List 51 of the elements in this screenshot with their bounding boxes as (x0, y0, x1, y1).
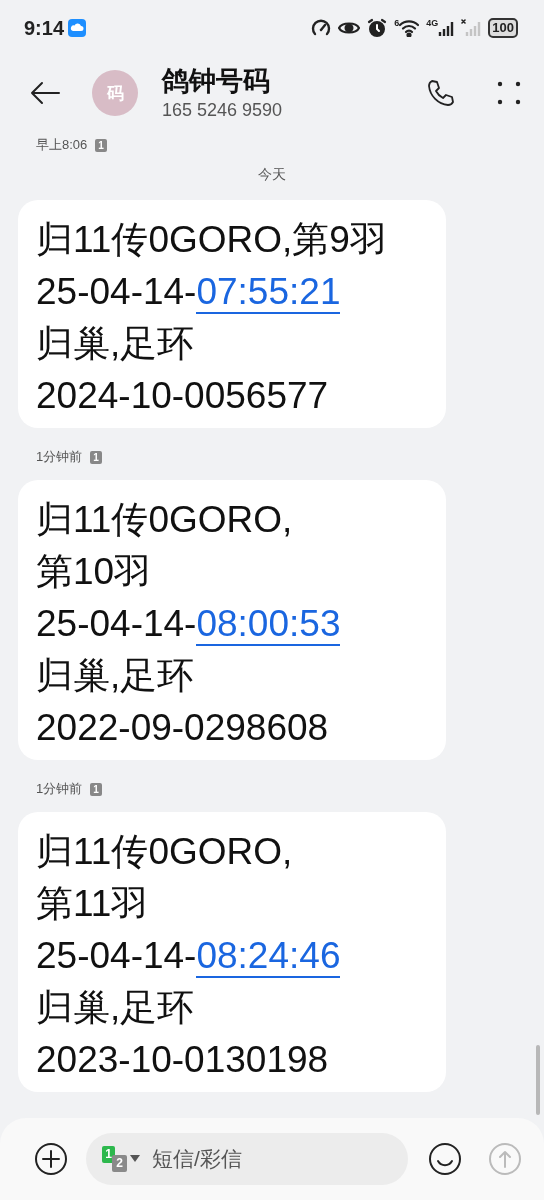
alarm-icon (367, 18, 388, 38)
sim-badge: 1 (95, 138, 107, 152)
contact-name: 鸽钟号码 (162, 65, 271, 98)
message-text: 2024-10-0056577 (36, 374, 330, 418)
time-link[interactable]: 08:24:46 (196, 935, 341, 978)
sim-badge: 1 (90, 450, 102, 464)
arrow-up-icon (488, 1142, 522, 1176)
speedometer-icon (311, 18, 332, 38)
cloud-icon (68, 19, 87, 37)
scrollbar (536, 1045, 540, 1115)
sim-badge: 1 (90, 782, 102, 796)
message-time: 1分钟前 (36, 448, 83, 466)
message-text: 第11羽 (36, 882, 150, 926)
phone-number: 165 5246 9590 (162, 99, 284, 122)
signal-icon (438, 19, 455, 37)
time-link[interactable]: 07:55:21 (196, 271, 341, 314)
dropdown-caret-icon (130, 1155, 140, 1162)
message-text: 归11传0GORO, (36, 830, 294, 874)
time-link[interactable]: 08:00:53 (196, 603, 341, 646)
message-bubble[interactable]: 归11传0GORO,第9羽 25-04-14-07:55:21 归巢,足环 2024-10-0056577 (18, 200, 446, 428)
message-bubble[interactable]: 归11传0GORO, 第10羽 25-04-14-08:00:53 归巢,足环 2022-09-0298608 (18, 480, 446, 760)
clock-time: 9:14 (24, 16, 65, 40)
message-text: 第10羽 (36, 550, 153, 594)
message-text: 归巢,足环 (36, 322, 196, 366)
network-label: 4G (426, 19, 439, 28)
battery-indicator: 100 (488, 18, 518, 38)
message-input-field[interactable]: 1 2 短信/彩信 (86, 1133, 408, 1185)
message-text: 25-04-14- (36, 603, 197, 644)
message-text: 归11传0GORO, (36, 498, 294, 542)
phone-icon (426, 78, 456, 108)
message-text: 25-04-14- (36, 271, 197, 312)
message-text: 归巢,足环 (36, 654, 196, 698)
signal-off-icon (461, 19, 482, 37)
message-time: 早上8:06 (36, 136, 88, 154)
eye-icon (338, 19, 361, 37)
contact-avatar: 码 (92, 70, 138, 116)
message-text: 2022-09-0298608 (36, 706, 330, 750)
plus-circle-icon (34, 1142, 68, 1176)
back-arrow-icon (30, 81, 60, 105)
message-bubble[interactable]: 归11传0GORO, 第11羽 25-04-14-08:24:46 归巢,足环 2023-10-0130198 (18, 812, 446, 1092)
date-divider: 今天 (258, 166, 286, 184)
message-time: 1分钟前 (36, 780, 83, 798)
message-text: 归巢,足环 (36, 986, 196, 1030)
message-text: 归11传0GORO,第9羽 (36, 218, 388, 262)
message-text: 2023-10-0130198 (36, 1038, 330, 1082)
sim-selector[interactable]: 1 2 (102, 1144, 140, 1174)
wifi-label: 6 (394, 19, 400, 28)
message-text: 25-04-14- (36, 935, 197, 976)
smiley-icon (428, 1142, 462, 1176)
wifi-icon (399, 19, 420, 37)
four-dots-icon (496, 80, 522, 106)
